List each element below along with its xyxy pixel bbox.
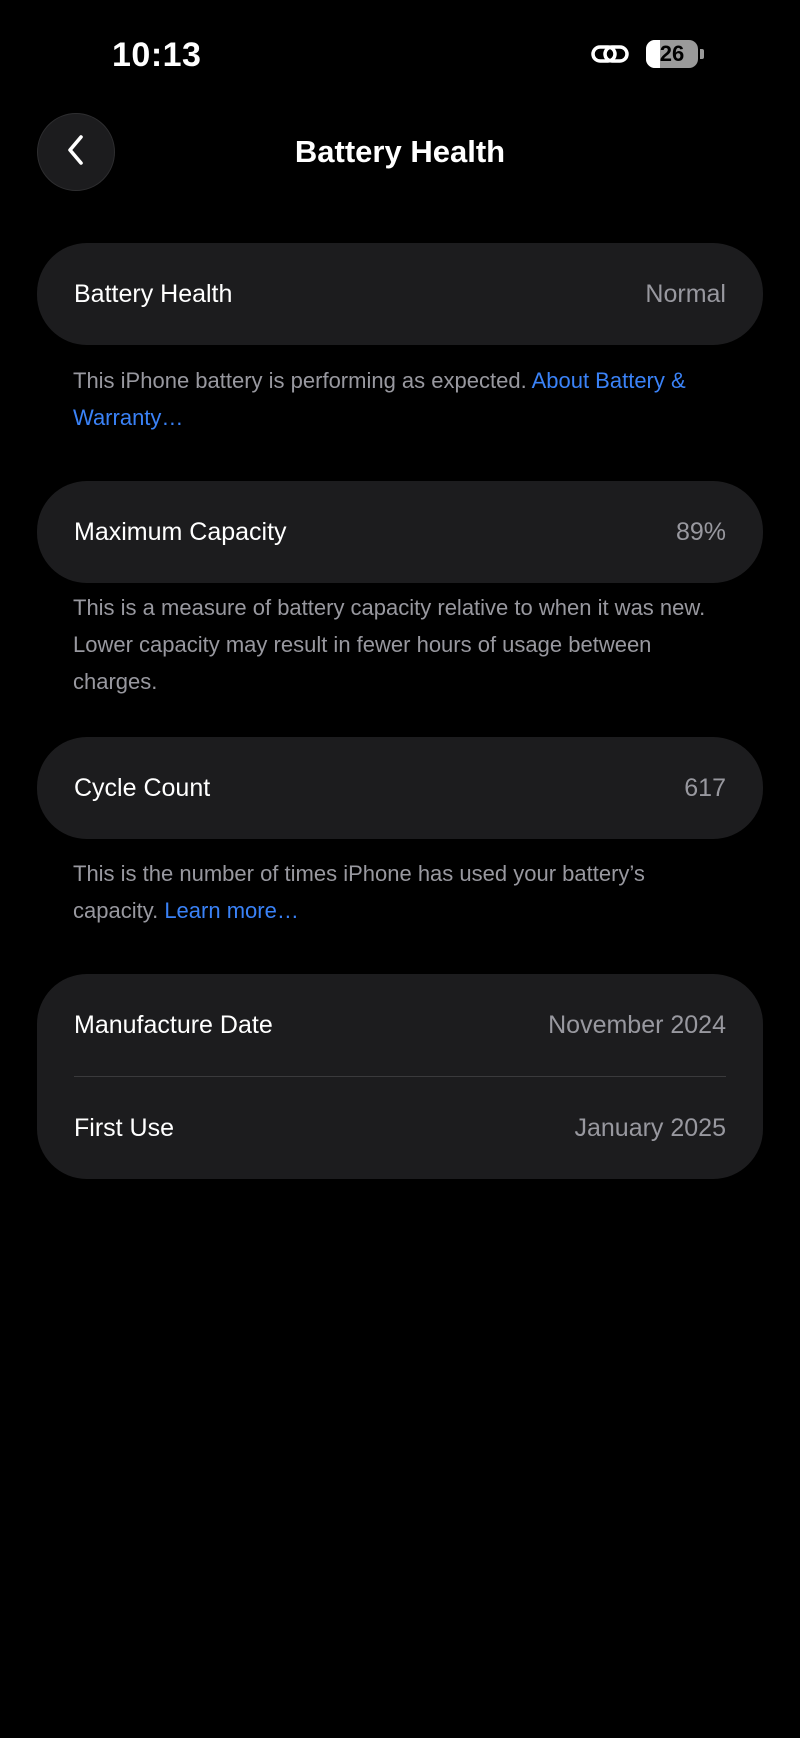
cycle-count-note-text: This is the number of times iPhone has u… [73,861,645,923]
battery-health-row: Battery Health Normal [37,243,763,345]
battery-health-note-text: This iPhone battery is performing as exp… [73,368,532,393]
battery-health-value: Normal [645,279,726,308]
battery-health-note: This iPhone battery is performing as exp… [73,362,733,436]
cycle-count-card: Cycle Count 617 [37,737,763,839]
page-title: Battery Health [294,134,506,169]
battery-level-text: 26 [659,41,685,66]
battery-health-card: Battery Health Normal [37,243,763,345]
maximum-capacity-card: Maximum Capacity 89% [37,481,763,583]
cycle-count-label: Cycle Count [74,773,211,802]
status-icons: 26 [590,40,704,68]
manufacture-date-value: November 2024 [548,1010,726,1039]
link-icon [590,41,630,67]
maximum-capacity-note: This is a measure of battery capacity re… [73,595,706,694]
manufacture-date-row: Manufacture Date November 2024 [37,974,763,1076]
battery-health-label: Battery Health [74,279,233,308]
maximum-capacity-row: Maximum Capacity 89% [37,481,763,583]
learn-more-link[interactable]: Learn more… [164,898,299,923]
battery-icon: 26 [646,40,704,68]
dates-card: Manufacture Date November 2024 First Use… [37,974,763,1179]
first-use-label: First Use [74,1113,174,1142]
cycle-count-note: This is the number of times iPhone has u… [73,855,733,929]
status-time: 10:13 [112,36,202,74]
manufacture-date-label: Manufacture Date [74,1010,273,1039]
cycle-count-value: 617 [684,773,726,802]
first-use-row: First Use January 2025 [37,1077,763,1179]
maximum-capacity-label: Maximum Capacity [74,517,287,546]
first-use-value: January 2025 [574,1113,726,1142]
cycle-count-row: Cycle Count 617 [37,737,763,839]
maximum-capacity-value: 89% [675,517,726,546]
